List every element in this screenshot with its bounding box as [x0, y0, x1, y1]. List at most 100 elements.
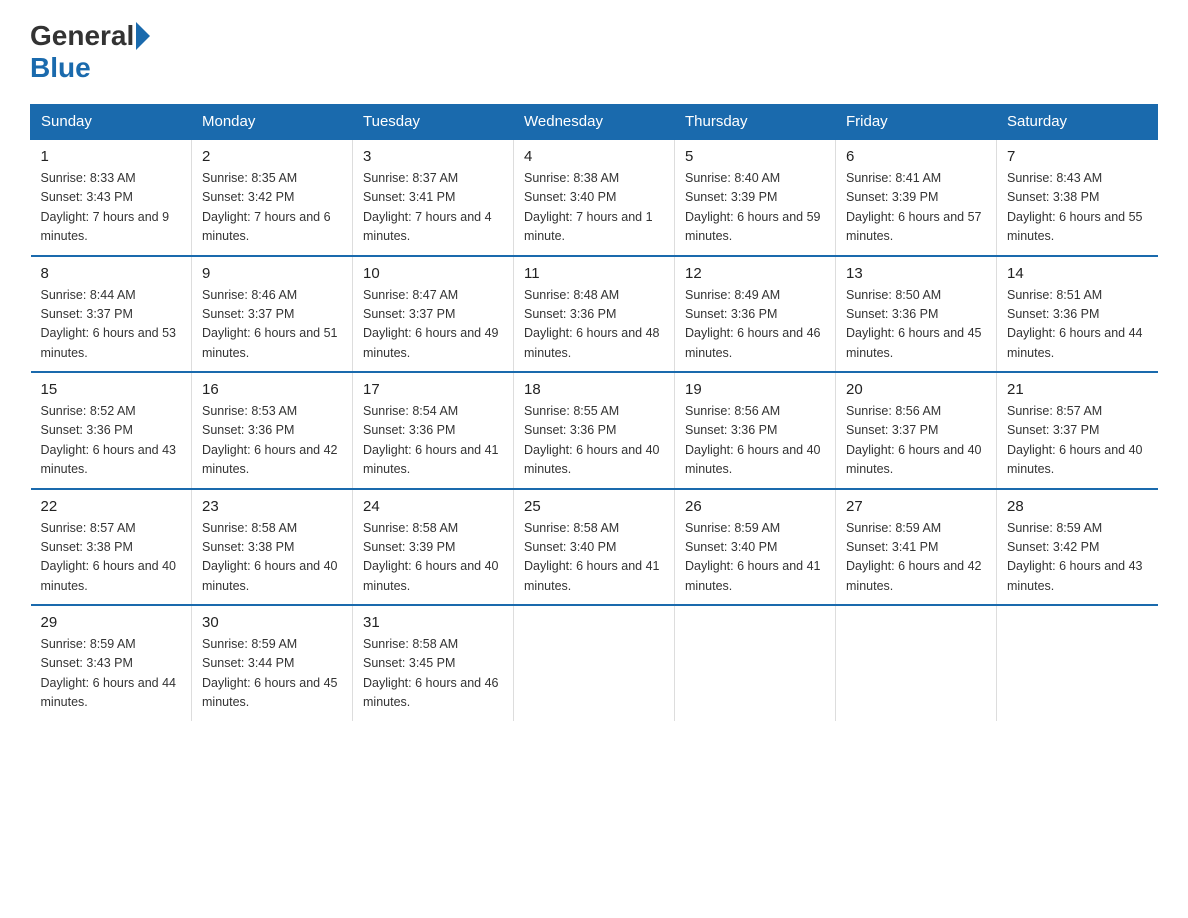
day-number: 31 — [363, 614, 503, 631]
calendar-cell: 16 Sunrise: 8:53 AMSunset: 3:36 PMDayligh… — [192, 372, 353, 489]
day-number: 4 — [524, 148, 664, 165]
calendar-cell: 25 Sunrise: 8:58 AMSunset: 3:40 PMDayligh… — [514, 489, 675, 606]
day-number: 28 — [1007, 498, 1148, 515]
day-number: 15 — [41, 381, 182, 398]
calendar-cell — [836, 605, 997, 721]
calendar-cell: 22Sunrise: 8:57 AMSunset: 3:38 PMDayligh… — [31, 489, 192, 606]
day-info: Sunrise: 8:49 AMSunset: 3:36 PMDaylight:… — [685, 286, 825, 364]
day-info: Sunrise: 8:40 AMSunset: 3:39 PMDaylight:… — [685, 169, 825, 247]
col-header-tuesday: Tuesday — [353, 105, 514, 140]
calendar-cell: 21Sunrise: 8:57 AMSunset: 3:37 PMDayligh… — [997, 372, 1158, 489]
calendar-cell: 20 Sunrise: 8:56 AMSunset: 3:37 PMDayligh… — [836, 372, 997, 489]
calendar-cell: 19 Sunrise: 8:56 AMSunset: 3:36 PMDayligh… — [675, 372, 836, 489]
day-info: Sunrise: 8:33 AMSunset: 3:43 PMDaylight:… — [41, 169, 182, 247]
day-info: Sunrise: 8:38 AMSunset: 3:40 PMDaylight:… — [524, 169, 664, 247]
logo-arrow-icon — [136, 22, 150, 50]
col-header-sunday: Sunday — [31, 105, 192, 140]
day-info: Sunrise: 8:52 AMSunset: 3:36 PMDaylight:… — [41, 402, 182, 480]
day-info: Sunrise: 8:59 AMSunset: 3:42 PMDaylight:… — [1007, 519, 1148, 597]
day-info: Sunrise: 8:56 AMSunset: 3:36 PMDaylight:… — [685, 402, 825, 480]
day-info: Sunrise: 8:50 AMSunset: 3:36 PMDaylight:… — [846, 286, 986, 364]
calendar-week-row: 29Sunrise: 8:59 AMSunset: 3:43 PMDayligh… — [31, 605, 1158, 721]
day-number: 22 — [41, 498, 182, 515]
calendar-cell — [675, 605, 836, 721]
day-info: Sunrise: 8:58 AMSunset: 3:39 PMDaylight:… — [363, 519, 503, 597]
day-number: 18 — [524, 381, 664, 398]
calendar-week-row: 22Sunrise: 8:57 AMSunset: 3:38 PMDayligh… — [31, 489, 1158, 606]
day-number: 8 — [41, 265, 182, 282]
day-number: 23 — [202, 498, 342, 515]
calendar-cell: 28 Sunrise: 8:59 AMSunset: 3:42 PMDayligh… — [997, 489, 1158, 606]
calendar-cell: 5 Sunrise: 8:40 AMSunset: 3:39 PMDaylight… — [675, 139, 836, 256]
day-info: Sunrise: 8:59 AMSunset: 3:40 PMDaylight:… — [685, 519, 825, 597]
calendar-cell: 14Sunrise: 8:51 AMSunset: 3:36 PMDayligh… — [997, 256, 1158, 373]
col-header-monday: Monday — [192, 105, 353, 140]
col-header-thursday: Thursday — [675, 105, 836, 140]
calendar-cell: 3Sunrise: 8:37 AMSunset: 3:41 PMDaylight… — [353, 139, 514, 256]
day-info: Sunrise: 8:58 AMSunset: 3:45 PMDaylight:… — [363, 635, 503, 713]
page-header: General Blue — [30, 20, 1158, 84]
calendar-cell: 12 Sunrise: 8:49 AMSunset: 3:36 PMDayligh… — [675, 256, 836, 373]
col-header-friday: Friday — [836, 105, 997, 140]
day-number: 10 — [363, 265, 503, 282]
day-number: 24 — [363, 498, 503, 515]
calendar-week-row: 15 Sunrise: 8:52 AMSunset: 3:36 PMDayligh… — [31, 372, 1158, 489]
calendar-table: SundayMondayTuesdayWednesdayThursdayFrid… — [30, 104, 1158, 721]
calendar-cell: 27Sunrise: 8:59 AMSunset: 3:41 PMDayligh… — [836, 489, 997, 606]
calendar-cell — [514, 605, 675, 721]
day-info: Sunrise: 8:59 AMSunset: 3:44 PMDaylight:… — [202, 635, 342, 713]
day-info: Sunrise: 8:54 AMSunset: 3:36 PMDaylight:… — [363, 402, 503, 480]
calendar-cell: 8 Sunrise: 8:44 AMSunset: 3:37 PMDaylight… — [31, 256, 192, 373]
calendar-cell: 26 Sunrise: 8:59 AMSunset: 3:40 PMDayligh… — [675, 489, 836, 606]
day-info: Sunrise: 8:53 AMSunset: 3:36 PMDaylight:… — [202, 402, 342, 480]
logo-blue-text: Blue — [30, 52, 91, 84]
day-number: 17 — [363, 381, 503, 398]
day-number: 19 — [685, 381, 825, 398]
calendar-cell: 17 Sunrise: 8:54 AMSunset: 3:36 PMDayligh… — [353, 372, 514, 489]
day-number: 26 — [685, 498, 825, 515]
calendar-cell: 23Sunrise: 8:58 AMSunset: 3:38 PMDayligh… — [192, 489, 353, 606]
day-info: Sunrise: 8:55 AMSunset: 3:36 PMDaylight:… — [524, 402, 664, 480]
day-info: Sunrise: 8:58 AMSunset: 3:40 PMDaylight:… — [524, 519, 664, 597]
day-info: Sunrise: 8:51 AMSunset: 3:36 PMDaylight:… — [1007, 286, 1148, 364]
day-number: 20 — [846, 381, 986, 398]
calendar-cell: 1 Sunrise: 8:33 AMSunset: 3:43 PMDaylight… — [31, 139, 192, 256]
calendar-cell: 30Sunrise: 8:59 AMSunset: 3:44 PMDayligh… — [192, 605, 353, 721]
day-info: Sunrise: 8:44 AMSunset: 3:37 PMDaylight:… — [41, 286, 182, 364]
calendar-cell: 11Sunrise: 8:48 AMSunset: 3:36 PMDayligh… — [514, 256, 675, 373]
calendar-cell: 10Sunrise: 8:47 AMSunset: 3:37 PMDayligh… — [353, 256, 514, 373]
calendar-cell: 31 Sunrise: 8:58 AMSunset: 3:45 PMDayligh… — [353, 605, 514, 721]
calendar-cell: 18 Sunrise: 8:55 AMSunset: 3:36 PMDayligh… — [514, 372, 675, 489]
calendar-cell: 15 Sunrise: 8:52 AMSunset: 3:36 PMDayligh… — [31, 372, 192, 489]
calendar-cell: 9Sunrise: 8:46 AMSunset: 3:37 PMDaylight… — [192, 256, 353, 373]
day-number: 5 — [685, 148, 825, 165]
day-number: 9 — [202, 265, 342, 282]
logo-general-text: General — [30, 20, 134, 52]
day-info: Sunrise: 8:57 AMSunset: 3:37 PMDaylight:… — [1007, 402, 1148, 480]
logo: General Blue — [30, 20, 152, 84]
day-info: Sunrise: 8:35 AMSunset: 3:42 PMDaylight:… — [202, 169, 342, 247]
col-header-wednesday: Wednesday — [514, 105, 675, 140]
calendar-cell: 13 Sunrise: 8:50 AMSunset: 3:36 PMDayligh… — [836, 256, 997, 373]
calendar-week-row: 1 Sunrise: 8:33 AMSunset: 3:43 PMDaylight… — [31, 139, 1158, 256]
day-number: 11 — [524, 265, 664, 282]
day-info: Sunrise: 8:56 AMSunset: 3:37 PMDaylight:… — [846, 402, 986, 480]
calendar-week-row: 8 Sunrise: 8:44 AMSunset: 3:37 PMDaylight… — [31, 256, 1158, 373]
calendar-cell: 24 Sunrise: 8:58 AMSunset: 3:39 PMDayligh… — [353, 489, 514, 606]
day-info: Sunrise: 8:59 AMSunset: 3:41 PMDaylight:… — [846, 519, 986, 597]
day-number: 16 — [202, 381, 342, 398]
day-number: 13 — [846, 265, 986, 282]
day-number: 25 — [524, 498, 664, 515]
calendar-header-row: SundayMondayTuesdayWednesdayThursdayFrid… — [31, 105, 1158, 140]
calendar-cell: 7 Sunrise: 8:43 AMSunset: 3:38 PMDaylight… — [997, 139, 1158, 256]
col-header-saturday: Saturday — [997, 105, 1158, 140]
day-number: 3 — [363, 148, 503, 165]
day-number: 2 — [202, 148, 342, 165]
day-number: 12 — [685, 265, 825, 282]
day-info: Sunrise: 8:43 AMSunset: 3:38 PMDaylight:… — [1007, 169, 1148, 247]
day-number: 7 — [1007, 148, 1148, 165]
day-number: 6 — [846, 148, 986, 165]
calendar-cell: 29Sunrise: 8:59 AMSunset: 3:43 PMDayligh… — [31, 605, 192, 721]
day-number: 1 — [41, 148, 182, 165]
calendar-cell: 6Sunrise: 8:41 AMSunset: 3:39 PMDaylight… — [836, 139, 997, 256]
